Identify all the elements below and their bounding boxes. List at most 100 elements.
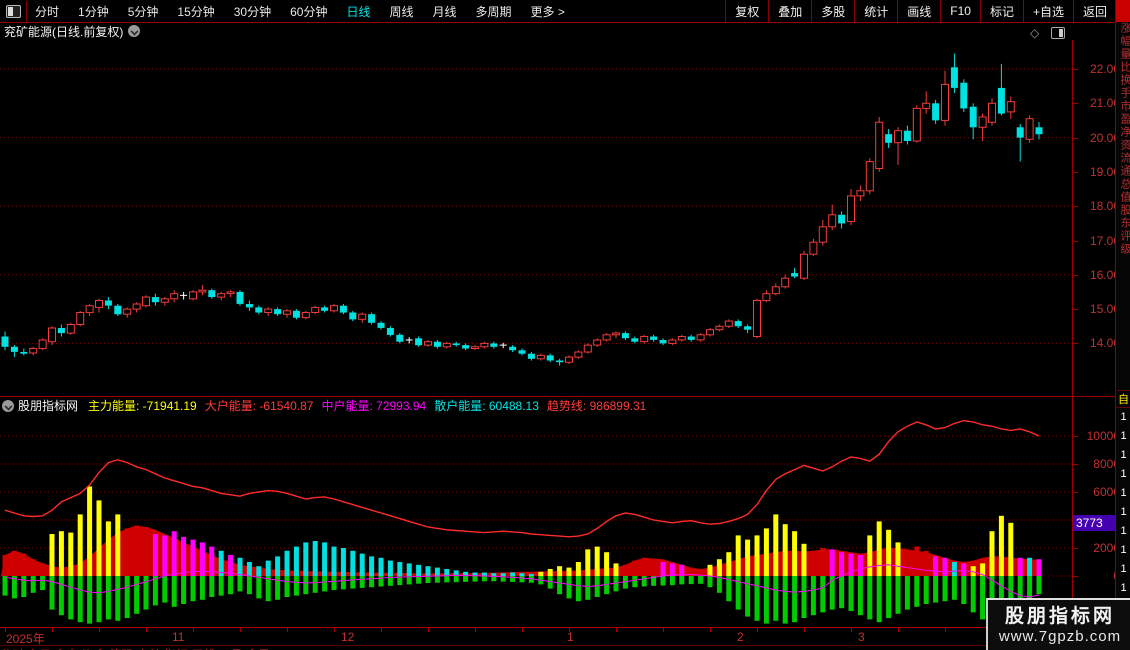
price-axis-label: 15.00 xyxy=(1089,302,1120,317)
toolbar-button-复权[interactable]: 复权 xyxy=(725,0,768,22)
price-axis-label: 19.00 xyxy=(1089,164,1120,179)
indicator-source: 股朋指标网 xyxy=(18,399,79,413)
time-axis-label: 1 xyxy=(567,630,574,644)
price-axis-label: 16.00 xyxy=(1089,267,1120,282)
indicator-field: 主力能量: -71941.19 xyxy=(88,399,197,413)
sidebar-row-numbers: 11111111111 xyxy=(1116,408,1130,617)
sidebar-row-number: 1 xyxy=(1120,582,1127,594)
indicator-axis-label: 8000 xyxy=(1093,457,1120,471)
price-axis-label: 18.00 xyxy=(1089,199,1120,214)
right-sidebar-strip[interactable]: 涨幅量比换手市盈净资流通总值股东评级 自 11111111111 xyxy=(1115,0,1130,650)
axis-tick xyxy=(475,628,476,632)
axis-tick xyxy=(1073,548,1078,549)
sidebar-row-number: 1 xyxy=(1120,449,1127,461)
period-tabs: 分时 1分钟 5分钟 15分钟 30分钟 60分钟 日线 周线 月线 多周期 更多 > xyxy=(35,3,565,20)
tab-分时[interactable]: 分时 xyxy=(35,3,59,20)
axis-tick xyxy=(1073,436,1078,437)
watermark: 股朋指标网 www.7gpzb.com xyxy=(986,598,1130,650)
toolbar-button-叠加[interactable]: 叠加 xyxy=(768,0,811,22)
sidebar-row-number: 1 xyxy=(1120,468,1127,480)
candlestick-chart[interactable] xyxy=(0,40,1072,396)
chart-title-bar: 兖矿能源(日线.前复权) xyxy=(0,23,1115,39)
sidebar-row-number: 1 xyxy=(1120,430,1127,442)
watermark-site-name: 股朋指标网 xyxy=(1004,606,1115,627)
chevron-down-icon[interactable] xyxy=(128,25,141,37)
sidebar-row-number: 1 xyxy=(1120,563,1127,575)
axis-tick xyxy=(240,628,241,632)
chart-corner-icons: ◇ xyxy=(1030,26,1066,40)
price-axis-label: 14.00 xyxy=(1089,336,1120,351)
axis-tick xyxy=(193,628,194,632)
tab-日线[interactable]: 日线 xyxy=(346,3,370,20)
time-axis-label: 3 xyxy=(858,630,865,644)
sidebar-row-number: 1 xyxy=(1120,544,1127,556)
indicator-chart[interactable] xyxy=(0,414,1072,627)
tab-5分钟[interactable]: 5分钟 xyxy=(128,3,159,20)
time-axis-label: 2 xyxy=(737,630,744,644)
axis-tick xyxy=(52,628,53,632)
axis-tick xyxy=(428,628,429,632)
axis-tick xyxy=(898,628,899,632)
axis-tick xyxy=(1073,103,1078,105)
time-axis-label: 11 xyxy=(172,630,185,644)
chevron-down-icon[interactable] xyxy=(2,399,14,412)
layout-toggle-button[interactable] xyxy=(0,0,27,22)
toolbar-button-F10[interactable]: F10 xyxy=(940,0,980,22)
split-panel-icon[interactable] xyxy=(1051,27,1066,39)
axis-tick xyxy=(146,628,147,632)
trading-app-window: 分时 1分钟 5分钟 15分钟 30分钟 60分钟 日线 周线 月线 多周期 更多 > 复权 叠加 多股… xyxy=(0,0,1130,650)
price-axis-label: 21.00 xyxy=(1089,96,1120,111)
tab-30分钟[interactable]: 30分钟 xyxy=(234,3,271,20)
tab-60分钟[interactable]: 60分钟 xyxy=(290,3,327,20)
toolbar-actions: 复权 叠加 多股 统计 画线 F10 标记 +自选 返回 xyxy=(725,0,1130,22)
watermark-url: www.7gpzb.com xyxy=(998,628,1122,645)
time-axis-label: 12 xyxy=(341,630,355,644)
toolbar-button-画线[interactable]: 画线 xyxy=(897,0,940,22)
tab-月线[interactable]: 月线 xyxy=(433,3,457,20)
toolbar-button-标记[interactable]: 标记 xyxy=(979,0,1023,22)
bottom-cutoff-strip: 分时 多日 主力 资金 筹码 大单 指标 画线 工具 全景 xyxy=(0,645,1115,650)
price-axis-label: 20.00 xyxy=(1089,130,1120,145)
axis-tick xyxy=(804,628,805,632)
x-axis-line xyxy=(0,627,1115,628)
tab-更多 >[interactable]: 更多 > xyxy=(531,3,565,20)
axis-tick xyxy=(1073,69,1078,70)
axis-tick xyxy=(945,628,946,632)
price-axis-label: 22.00 xyxy=(1089,62,1120,76)
toolbar-button-+自选[interactable]: +自选 xyxy=(1022,0,1073,22)
axis-tick xyxy=(1073,464,1078,465)
indicator-axis-label: 10000 xyxy=(1086,429,1120,443)
toolbar-button-统计[interactable]: 统计 xyxy=(854,0,897,22)
toolbar-button-多股[interactable]: 多股 xyxy=(811,0,854,22)
axis-tick xyxy=(1073,240,1078,242)
indicator-field: 散户能量: 60488.13 xyxy=(434,399,539,413)
axis-tick xyxy=(1073,309,1078,311)
indicator-axis-label: 0 xyxy=(1074,569,1120,583)
indicator-axis-label: 6000 xyxy=(1093,485,1120,499)
axis-tick xyxy=(851,628,852,632)
axis-tick xyxy=(616,628,617,632)
tab-15分钟[interactable]: 15分钟 xyxy=(177,3,214,20)
axis-tick xyxy=(1073,343,1078,345)
axis-tick xyxy=(569,628,570,632)
price-axis-label: 17.00 xyxy=(1089,233,1120,248)
diamond-icon[interactable]: ◇ xyxy=(1030,26,1039,40)
axis-tick xyxy=(757,628,758,632)
axis-tick xyxy=(334,628,335,632)
period-toolbar: 分时 1分钟 5分钟 15分钟 30分钟 60分钟 日线 周线 月线 多周期 更多 > 复权 叠加 多股… xyxy=(0,0,1130,23)
tab-1分钟[interactable]: 1分钟 xyxy=(78,3,109,20)
axis-tick xyxy=(1073,171,1078,173)
sidebar-row-number: 1 xyxy=(1120,487,1127,499)
indicator-values: 主力能量: -71941.19 大户能量: -61540.87 中户能量: 7299… xyxy=(88,397,654,414)
sidebar-header-block xyxy=(1116,0,1130,22)
axis-tick xyxy=(99,628,100,632)
indicator-field: 趋势线: 986899.31 xyxy=(546,399,647,413)
indicator-header: 股朋指标网 主力能量: -71941.19 大户能量: -61540.87 中户能量… xyxy=(0,398,1072,413)
tab-多周期[interactable]: 多周期 xyxy=(476,3,512,20)
toolbar-button-返回[interactable]: 返回 xyxy=(1072,0,1116,22)
tab-周线[interactable]: 周线 xyxy=(389,3,413,20)
sidebar-vertical-labels: 涨幅量比换手市盈净资流通总值股东评级 xyxy=(1117,22,1130,391)
sidebar-watchlist-marker: 自 xyxy=(1116,391,1130,408)
axis-tick xyxy=(381,628,382,632)
axis-tick xyxy=(1073,274,1078,276)
